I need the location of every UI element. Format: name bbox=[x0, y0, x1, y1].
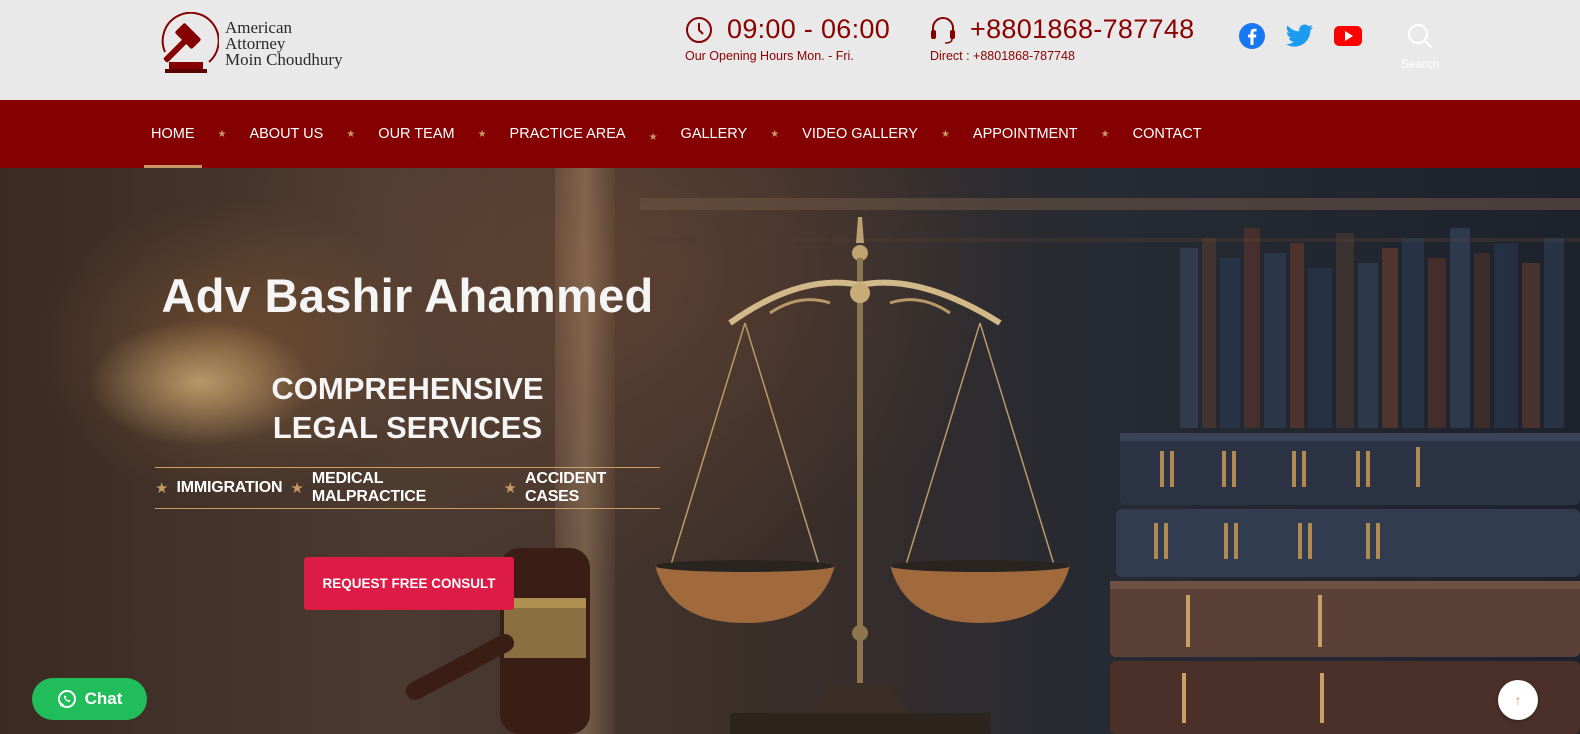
nav-item-home[interactable]: HOME bbox=[144, 100, 202, 168]
site-logo[interactable]: American Attorney Moin Choudhury bbox=[155, 12, 365, 76]
opening-hours: 09:00 - 06:00 Our Opening Hours Mon. - F… bbox=[685, 14, 890, 63]
nav-list: HOME ★ ABOUT US ★ OUR TEAM ★ PRACTICE AR… bbox=[144, 100, 1209, 168]
star-icon: ★ bbox=[648, 131, 658, 143]
hero-banner: Adv Bashir Ahammed COMPREHENSIVE LEGAL S… bbox=[0, 168, 1580, 734]
phone-link[interactable]: +8801868-787748 bbox=[970, 14, 1194, 45]
whatsapp-icon bbox=[57, 690, 76, 708]
search-label: Search bbox=[1400, 57, 1440, 71]
star-icon: ★ bbox=[503, 480, 517, 497]
hero-title: Adv Bashir Ahammed bbox=[161, 269, 654, 322]
hero-subtitle-line: COMPREHENSIVE bbox=[271, 371, 544, 406]
logo-text: American Attorney Moin Choudhury bbox=[225, 19, 343, 69]
nav-item-gallery[interactable]: GALLERY bbox=[674, 100, 755, 168]
youtube-icon[interactable] bbox=[1334, 22, 1362, 50]
facebook-icon[interactable] bbox=[1238, 22, 1266, 50]
hours-caption: Our Opening Hours Mon. - Fri. bbox=[685, 49, 854, 63]
star-icon: ★ bbox=[477, 128, 487, 140]
gavel-icon bbox=[161, 12, 219, 73]
scales-of-justice-image bbox=[655, 217, 1070, 734]
phone-caption: Direct : +8801868-787748 bbox=[930, 49, 1075, 63]
phone-contact: +8801868-787748 Direct : +8801868-787748 bbox=[930, 14, 1194, 63]
star-icon: ★ bbox=[155, 480, 169, 497]
star-icon: ★ bbox=[217, 128, 227, 140]
chat-label: Chat bbox=[84, 689, 123, 708]
social-links bbox=[1238, 22, 1362, 50]
clock-icon bbox=[686, 16, 712, 43]
top-header: American Attorney Moin Choudhury 09:00 -… bbox=[0, 0, 1580, 100]
chat-button[interactable]: Chat bbox=[32, 678, 147, 720]
star-icon: ★ bbox=[1100, 128, 1110, 140]
practice-tags: ★ IMMIGRATION ★ MEDICAL MALPRACTICE ★ AC… bbox=[155, 467, 660, 509]
hours-value: 09:00 - 06:00 bbox=[727, 14, 891, 44]
twitter-icon[interactable] bbox=[1286, 22, 1314, 50]
star-icon: ★ bbox=[940, 128, 950, 140]
back-to-top-button[interactable]: ↑ bbox=[1498, 680, 1538, 720]
background-shelf bbox=[640, 198, 1580, 210]
background-books-image bbox=[1180, 228, 1564, 428]
arrow-up-icon: ↑ bbox=[1514, 692, 1522, 708]
practice-tag: ACCIDENT CASES bbox=[524, 470, 607, 505]
search-toggle[interactable]: Search bbox=[1395, 22, 1445, 71]
star-icon: ★ bbox=[770, 128, 780, 140]
nav-item-contact[interactable]: CONTACT bbox=[1126, 100, 1209, 168]
logo-line: Moin Choudhury bbox=[225, 50, 343, 69]
practice-tag: MEDICAL MALPRACTICE bbox=[311, 470, 427, 505]
nav-item-appointment[interactable]: APPOINTMENT bbox=[966, 100, 1085, 168]
hero-subtitle-line: LEGAL SERVICES bbox=[272, 410, 543, 445]
star-icon: ★ bbox=[290, 480, 304, 497]
nav-item-about-us[interactable]: ABOUT US bbox=[242, 100, 330, 168]
nav-item-our-team[interactable]: OUR TEAM bbox=[371, 100, 461, 168]
nav-item-practice-area[interactable]: PRACTICE AREA bbox=[503, 100, 633, 168]
main-nav: HOME ★ ABOUT US ★ OUR TEAM ★ PRACTICE AR… bbox=[0, 100, 1580, 168]
practice-tag: IMMIGRATION bbox=[176, 479, 283, 496]
hero-subtitle: COMPREHENSIVE LEGAL SERVICES bbox=[155, 369, 660, 447]
request-consult-button[interactable]: REQUEST FREE CONSULT bbox=[304, 557, 514, 610]
nav-item-video-gallery[interactable]: VIDEO GALLERY bbox=[795, 100, 925, 168]
search-icon bbox=[1408, 24, 1433, 49]
star-icon: ★ bbox=[346, 128, 356, 140]
headset-icon bbox=[931, 16, 955, 44]
